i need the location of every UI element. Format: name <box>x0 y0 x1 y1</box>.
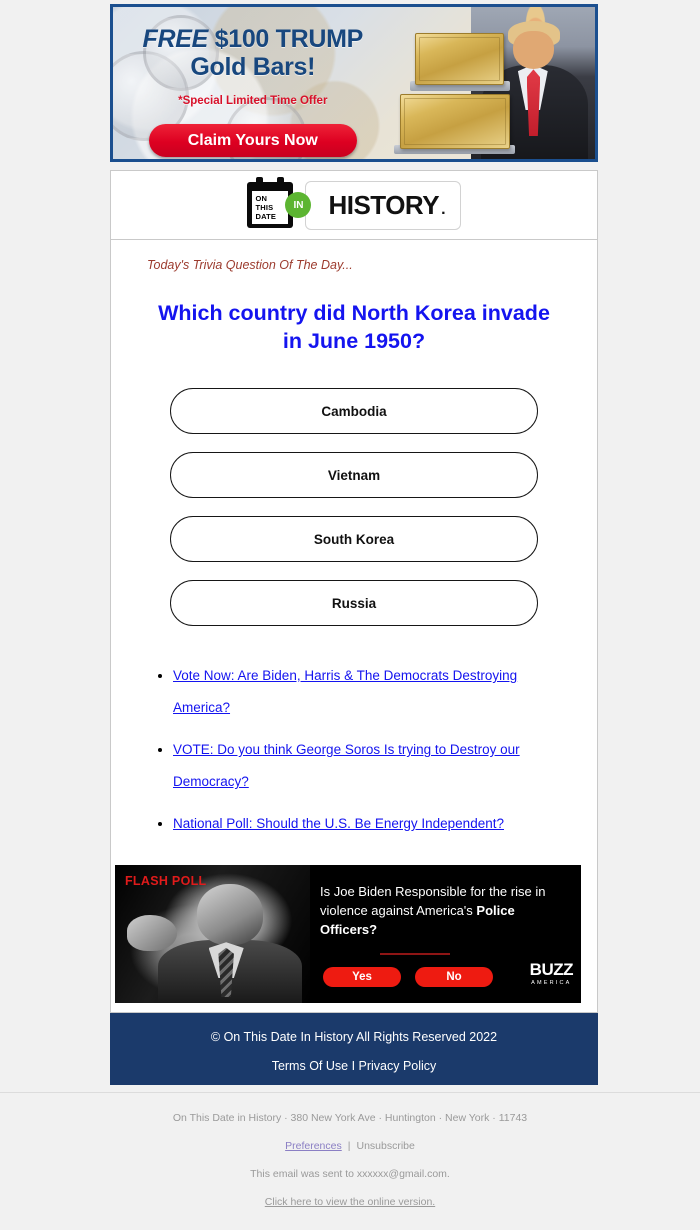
buzz-brand-main: BUZZ <box>529 960 574 979</box>
biden-pointing-hand <box>126 914 178 951</box>
list-item: VOTE: Do you think George Soros Is tryin… <box>173 734 573 798</box>
privacy-policy-link[interactable]: Privacy Policy <box>359 1059 437 1073</box>
ad-headline-rest: $100 TRUMP <box>207 25 364 53</box>
flash-poll-question: Is Joe Biden Responsible for the rise in… <box>320 883 570 940</box>
ad-right-image-panel <box>388 7 595 159</box>
footer-links: Terms Of Use I Privacy Policy <box>110 1059 598 1073</box>
view-online-version-link[interactable]: Click here to view the online version. <box>265 1196 435 1208</box>
mailing-address: On This Date in History · 380 New York A… <box>172 1112 528 1124</box>
list-item: Vote Now: Are Biden, Harris & The Democr… <box>173 660 573 724</box>
flash-poll-banner[interactable]: FLASH POLL Is Joe Biden Responsible for … <box>115 865 581 1003</box>
gold-bar-1 <box>415 32 505 85</box>
on-this-date-in-history-logo[interactable]: ON THIS DATE IN HISTORY . <box>247 177 461 230</box>
claim-yours-now-button[interactable]: Claim Yours Now <box>148 124 357 157</box>
calendar-line-2: THIS <box>255 202 274 212</box>
email-body: Today's Trivia Question Of The Day... Wh… <box>110 240 598 1013</box>
trivia-label: Today's Trivia Question Of The Day... <box>147 258 353 272</box>
sent-to-text: This email was sent to xxxxxx@gmail.com. <box>250 1168 450 1180</box>
flash-poll-divider <box>380 953 450 955</box>
history-text: HISTORY <box>328 189 440 220</box>
answer-option-vietnam[interactable]: Vietnam <box>170 452 538 498</box>
flash-poll-buttons: Yes No <box>323 967 493 987</box>
answer-options-list: Cambodia Vietnam South Korea Russia <box>111 388 597 644</box>
calendar-line-3: DATE <box>255 212 277 222</box>
answer-option-russia[interactable]: Russia <box>170 580 538 626</box>
ad-banner-trump-gold-bars[interactable]: FREE $100 TRUMP Gold Bars! *Special Limi… <box>110 4 598 162</box>
trivia-question: Which country did North Korea invade in … <box>158 301 550 353</box>
ad-headline-line2: Gold Bars! <box>190 53 316 81</box>
email-footer: © On This Date In History All Rights Res… <box>110 1013 598 1085</box>
ad-headline: FREE $100 TRUMP Gold Bars! <box>113 25 393 81</box>
poll-link-biden-harris-democrats[interactable]: Vote Now: Are Biden, Harris & The Democr… <box>173 668 517 715</box>
preferences-link[interactable]: Preferences <box>285 1140 342 1152</box>
unsubscribe-link[interactable]: Unsubscribe <box>356 1140 414 1152</box>
poll-link-george-soros[interactable]: VOTE: Do you think George Soros Is tryin… <box>173 742 520 789</box>
calendar-tab-right-icon <box>277 177 285 186</box>
preferences-row: Preferences | Unsubscribe <box>0 1140 700 1152</box>
ad-headline-free: FREE <box>142 25 208 53</box>
answer-option-south-korea[interactable]: South Korea <box>170 516 538 562</box>
email-page: FREE $100 TRUMP Gold Bars! *Special Limi… <box>0 0 700 1230</box>
buzz-america-logo: BUZZ AMERICA <box>529 960 574 986</box>
history-wordmark: HISTORY . <box>305 180 461 230</box>
gold-bar-2 <box>399 93 510 149</box>
ad-subtext: *Special Limited Time Offer <box>178 95 328 107</box>
trump-tie <box>526 69 541 137</box>
list-item: National Poll: Should the U.S. Be Energy… <box>173 808 573 840</box>
biden-head <box>196 884 264 946</box>
preferences-separator: | <box>347 1140 351 1152</box>
poll-link-energy-independent[interactable]: National Poll: Should the U.S. Be Energy… <box>173 816 504 831</box>
calendar-tab-left-icon <box>256 177 264 186</box>
email-header: ON THIS DATE IN HISTORY . <box>110 170 598 240</box>
flash-poll-no-button[interactable]: No <box>415 967 493 987</box>
answer-option-cambodia[interactable]: Cambodia <box>170 388 538 434</box>
flash-poll-tag: FLASH POLL <box>125 874 207 888</box>
online-version-row: Click here to view the online version. <box>0 1196 700 1208</box>
flash-poll-yes-button[interactable]: Yes <box>323 967 401 987</box>
ad-left-text-panel: FREE $100 TRUMP Gold Bars! *Special Limi… <box>113 7 393 159</box>
buzz-brand-sub: AMERICA <box>531 980 572 986</box>
history-dot: . <box>441 200 446 218</box>
copyright-text: © On This Date In History All Rights Res… <box>210 1030 498 1044</box>
footer-link-separator: I <box>348 1059 359 1073</box>
gold-bars-image <box>392 7 520 159</box>
calendar-inner: ON THIS DATE <box>252 191 289 224</box>
calendar-line-1: ON <box>255 193 268 203</box>
unsubscribe-footer: On This Date in History · 380 New York A… <box>0 1092 700 1208</box>
related-polls-list: Vote Now: Are Biden, Harris & The Democr… <box>149 660 573 850</box>
terms-of-use-link[interactable]: Terms Of Use <box>272 1059 348 1073</box>
